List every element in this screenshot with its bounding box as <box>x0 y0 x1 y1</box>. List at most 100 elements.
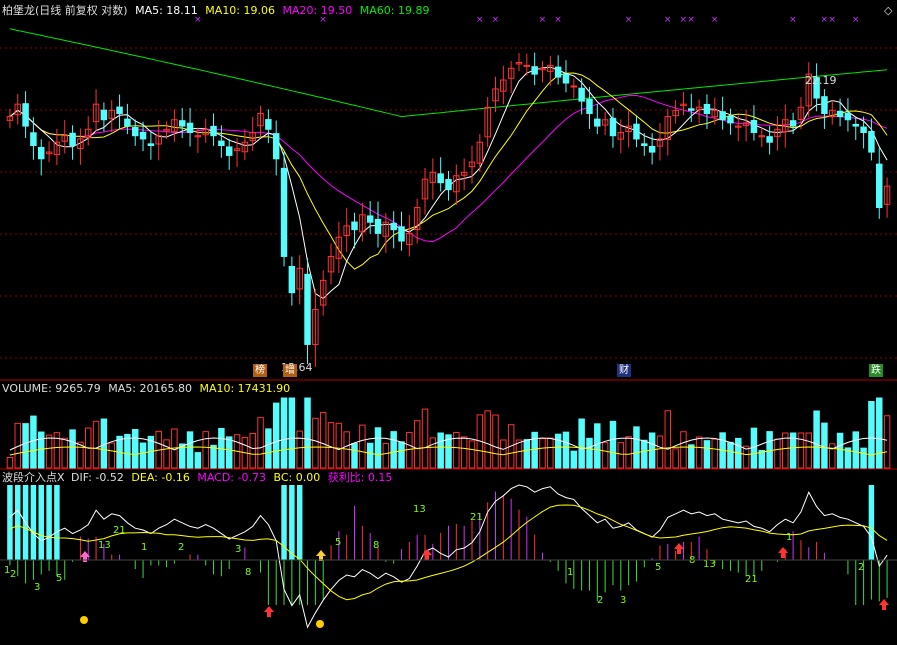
candle-body <box>178 120 186 127</box>
macd-cyan-bar <box>46 485 52 560</box>
candle-body <box>139 131 147 140</box>
volume-bar <box>304 397 311 469</box>
candle-body <box>265 119 272 130</box>
candle-body <box>366 215 374 223</box>
count-label: 2 <box>10 569 16 580</box>
volume-bar <box>625 436 632 469</box>
volume-bar <box>319 411 327 469</box>
volume-bar <box>515 439 523 469</box>
grid-lines <box>0 47 897 359</box>
candle-body <box>445 179 452 191</box>
volume-bar <box>249 433 256 469</box>
butterfly-icon <box>316 620 324 628</box>
count-label: 21 <box>113 525 126 536</box>
volume-bar <box>876 397 883 469</box>
volume-bar <box>69 429 76 469</box>
buy-arrow-icon <box>422 549 432 560</box>
volume-bar <box>601 441 609 469</box>
volume-bar <box>288 397 296 469</box>
candle-body <box>272 133 280 160</box>
macd-cyan-bar <box>289 485 295 560</box>
marker-x-icon: × <box>789 15 797 25</box>
volume-bar <box>108 442 115 469</box>
candle-body <box>304 273 311 345</box>
macd-cyan-bar <box>868 485 875 560</box>
candle-body <box>124 118 131 127</box>
candle-body <box>594 118 601 127</box>
volume-bar <box>265 428 272 469</box>
buy-arrow-icon <box>316 550 326 561</box>
volume-bar <box>852 431 859 469</box>
volume-bar <box>30 415 37 469</box>
volume-bar <box>813 410 820 469</box>
candle-body <box>821 96 828 114</box>
candle-body <box>648 145 656 153</box>
volume-bar <box>194 452 202 469</box>
volume-bar <box>766 431 773 469</box>
volume-bar <box>594 423 601 469</box>
candle-body <box>374 218 382 234</box>
volume-bar <box>413 420 421 469</box>
count-label: 2 <box>858 562 864 573</box>
volume-bar <box>45 434 53 469</box>
event-tag-bang[interactable]: 榜 <box>253 364 267 377</box>
volume-bar <box>366 442 374 469</box>
signal-icons: 12358132112358132112358132112 <box>4 504 889 628</box>
volume-bar <box>359 424 366 469</box>
volume-bar <box>883 415 891 469</box>
candle-body <box>578 87 585 102</box>
candle-body <box>22 103 29 127</box>
volume-bar <box>656 435 664 469</box>
volume-bar <box>688 444 695 469</box>
candle-body <box>554 66 562 78</box>
volume-bar <box>641 439 648 469</box>
count-label: 1 <box>141 542 147 553</box>
volume-bar <box>163 439 170 469</box>
candle-body <box>876 163 883 209</box>
volume-bar <box>139 442 147 469</box>
candle-body <box>562 73 570 84</box>
stock-chart-canvas[interactable]: ××××××××××××××× 123581321123581321123581… <box>0 0 897 645</box>
volume-bar <box>547 437 554 469</box>
volume-bar <box>327 422 335 469</box>
volume-bar <box>437 432 444 469</box>
event-tag-cai[interactable]: 财 <box>617 364 631 377</box>
volume-bar <box>22 423 29 469</box>
candle-body <box>437 173 444 184</box>
volume-ma5-label: MA5: 20165.80 <box>108 382 192 395</box>
candle-body <box>703 103 711 114</box>
ma20-label: MA20: 19.50 <box>282 4 353 17</box>
volume-bar <box>860 447 867 469</box>
macd-cyan-bar <box>296 485 303 560</box>
buy-arrow-icon <box>778 547 788 558</box>
volume-bar <box>343 431 350 469</box>
stock-title: 柏堡龙(日线 前复权 对数) <box>2 4 128 17</box>
ma60-label: MA60: 19.89 <box>359 4 430 17</box>
volume-bars <box>6 397 891 469</box>
candle-body <box>868 131 875 153</box>
volume-bar <box>460 436 468 469</box>
volume-bar <box>225 436 233 469</box>
count-label: 2 <box>597 595 603 606</box>
candle-body <box>860 126 867 133</box>
volume-bar <box>202 431 209 469</box>
count-label: 3 <box>34 582 40 593</box>
volume-bar <box>468 440 476 469</box>
volume-bar <box>186 431 194 469</box>
volume-bar <box>351 442 358 469</box>
candle-body <box>116 106 123 114</box>
marker-x-icon: × <box>680 15 688 25</box>
high-price-label: 22.19 <box>805 74 837 87</box>
marker-x-icon: × <box>492 15 500 25</box>
volume-bar <box>484 410 491 469</box>
volume-bar <box>821 422 828 469</box>
count-label: 2 <box>178 542 184 553</box>
count-label: 1 <box>567 567 573 578</box>
candle-body <box>633 123 640 140</box>
volume-ma10-label: MA10: 17431.90 <box>199 382 291 395</box>
collapse-diamond-icon[interactable]: ◇ <box>884 4 892 17</box>
event-tag-die[interactable]: 跌 <box>869 364 883 377</box>
volume-bar <box>92 420 100 469</box>
volume-bar <box>539 438 546 469</box>
event-tag-zeng[interactable]: 增 <box>283 364 297 377</box>
